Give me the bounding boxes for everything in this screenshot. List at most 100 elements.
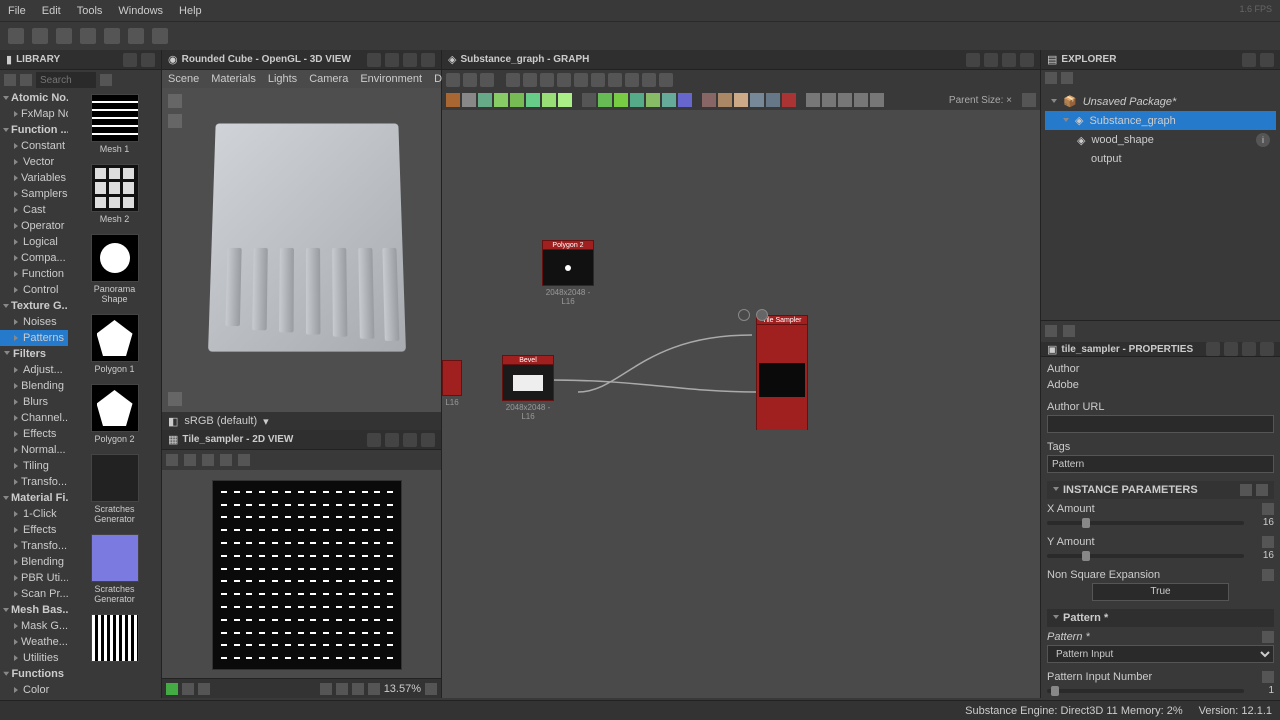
new-pkg-icon[interactable] — [1045, 72, 1057, 84]
close-icon[interactable] — [421, 433, 435, 447]
blend-icon[interactable] — [462, 93, 476, 107]
tree-item[interactable]: Adjust... — [0, 362, 68, 378]
thumb-item[interactable]: Mesh 1 — [91, 94, 139, 154]
b1-icon[interactable] — [582, 93, 596, 107]
reset-icon[interactable] — [1262, 671, 1274, 683]
thumb-item[interactable]: Mesh 2 — [91, 164, 139, 224]
nonsquare-toggle[interactable]: True — [1092, 583, 1228, 601]
menu-edit[interactable]: Edit — [42, 5, 61, 17]
tree-item[interactable]: Filters — [0, 346, 68, 362]
library-thumbs[interactable]: Mesh 1Mesh 2Panorama ShapePolygon 1Polyg… — [68, 90, 161, 698]
pattern-section[interactable]: Pattern * — [1047, 609, 1274, 627]
open-icon[interactable] — [32, 28, 48, 44]
xamount-slider[interactable] — [1047, 521, 1244, 525]
info-icon[interactable]: i — [1256, 133, 1270, 147]
t2-icon[interactable] — [718, 93, 732, 107]
highlight-icon[interactable] — [523, 73, 537, 87]
tree-item[interactable]: Function — [0, 266, 68, 282]
menu-file[interactable]: File — [8, 5, 26, 17]
lock-icon[interactable] — [425, 683, 437, 695]
tree-item[interactable]: Transfo... — [0, 474, 68, 490]
menu-scene[interactable]: Scene — [168, 73, 199, 85]
layers-icon[interactable] — [166, 454, 178, 466]
menu-tools[interactable]: Tools — [77, 5, 103, 17]
thumb-item[interactable]: Polygon 1 — [91, 314, 139, 374]
maximize-icon[interactable] — [123, 53, 137, 67]
tree-item[interactable]: Color — [0, 682, 68, 698]
tree-item[interactable]: Function ... — [0, 122, 68, 138]
tree-item[interactable]: Mask G... — [0, 618, 68, 634]
dock-icon[interactable] — [385, 433, 399, 447]
uniform-color-icon[interactable] — [446, 93, 460, 107]
output-item[interactable]: output — [1045, 150, 1276, 168]
o4-icon[interactable] — [854, 93, 868, 107]
t6-icon[interactable] — [782, 93, 796, 107]
search-input[interactable] — [36, 72, 96, 88]
close-icon[interactable] — [1260, 53, 1274, 67]
tree-item[interactable]: Blending — [0, 554, 68, 570]
align-v-icon[interactable] — [557, 73, 571, 87]
g1-icon[interactable] — [478, 93, 492, 107]
grid-icon[interactable] — [320, 683, 332, 695]
view-icon[interactable] — [756, 309, 768, 321]
list-icon[interactable] — [1240, 484, 1252, 496]
o2-icon[interactable] — [822, 93, 836, 107]
t4-icon[interactable] — [750, 93, 764, 107]
patternnum-slider[interactable] — [1047, 689, 1244, 693]
tree-item[interactable]: Mesh Bas... — [0, 602, 68, 618]
b4-icon[interactable] — [630, 93, 644, 107]
tree-item[interactable]: Weathe... — [0, 634, 68, 650]
parent-size-label[interactable]: Parent Size: × — [949, 95, 1012, 106]
tree-item[interactable]: Operator — [0, 218, 68, 234]
tree-item[interactable]: Texture G... — [0, 298, 68, 314]
close-icon[interactable] — [1020, 53, 1034, 67]
graph-canvas-lower[interactable] — [442, 430, 1040, 698]
xamount-value[interactable]: 16 — [1250, 517, 1274, 528]
yamount-slider[interactable] — [1047, 554, 1244, 558]
reset-icon[interactable] — [1262, 536, 1274, 548]
dock-icon[interactable] — [984, 53, 998, 67]
tree-item[interactable]: Functions — [0, 666, 68, 682]
new-icon[interactable] — [8, 28, 24, 44]
thumb-item[interactable] — [91, 614, 139, 662]
o3-icon[interactable] — [838, 93, 852, 107]
minus-icon[interactable] — [352, 683, 364, 695]
copy-icon[interactable] — [202, 454, 214, 466]
close-icon[interactable] — [141, 53, 155, 67]
save-icon[interactable] — [184, 454, 196, 466]
tree-item[interactable]: Normal... — [0, 442, 68, 458]
maximize-icon[interactable] — [403, 433, 417, 447]
tree-item[interactable]: Effects — [0, 522, 68, 538]
child-item[interactable]: ◈wood_shapei — [1045, 130, 1276, 150]
tile-icon[interactable] — [182, 683, 194, 695]
close-icon[interactable] — [1260, 342, 1274, 356]
reset-icon[interactable] — [1262, 503, 1274, 515]
menu-icon[interactable] — [1022, 93, 1036, 107]
b5-icon[interactable] — [646, 93, 660, 107]
menu-help[interactable]: Help — [179, 5, 202, 17]
pin-icon[interactable] — [367, 433, 381, 447]
select-icon[interactable] — [574, 73, 588, 87]
menu-materials[interactable]: Materials — [211, 73, 256, 85]
g4-icon[interactable] — [526, 93, 540, 107]
tags-field[interactable] — [1047, 455, 1274, 473]
redo-icon[interactable] — [152, 28, 168, 44]
tree-item[interactable]: FxMap No... — [0, 106, 68, 122]
menu-lights[interactable]: Lights — [268, 73, 297, 85]
tree-item[interactable]: Material Fi... — [0, 490, 68, 506]
brush-icon[interactable] — [20, 74, 32, 86]
tree-item[interactable]: Noises — [0, 314, 68, 330]
g2-icon[interactable] — [494, 93, 508, 107]
light-icon[interactable] — [168, 114, 182, 128]
frame-icon[interactable] — [591, 73, 605, 87]
node-polygon2[interactable]: Polygon 2 2048x2048 - L16 — [542, 240, 594, 306]
menu-camera[interactable]: Camera — [309, 73, 348, 85]
maximize-icon[interactable] — [1242, 53, 1256, 67]
node-input[interactable]: L16 — [442, 360, 462, 407]
tree-item[interactable]: Compa... — [0, 250, 68, 266]
info-icon[interactable] — [480, 73, 494, 87]
maximize-icon[interactable] — [1002, 53, 1016, 67]
tree-item[interactable]: Patterns — [0, 330, 68, 346]
camera-icon[interactable] — [168, 94, 182, 108]
view3d-canvas[interactable] — [162, 88, 441, 412]
